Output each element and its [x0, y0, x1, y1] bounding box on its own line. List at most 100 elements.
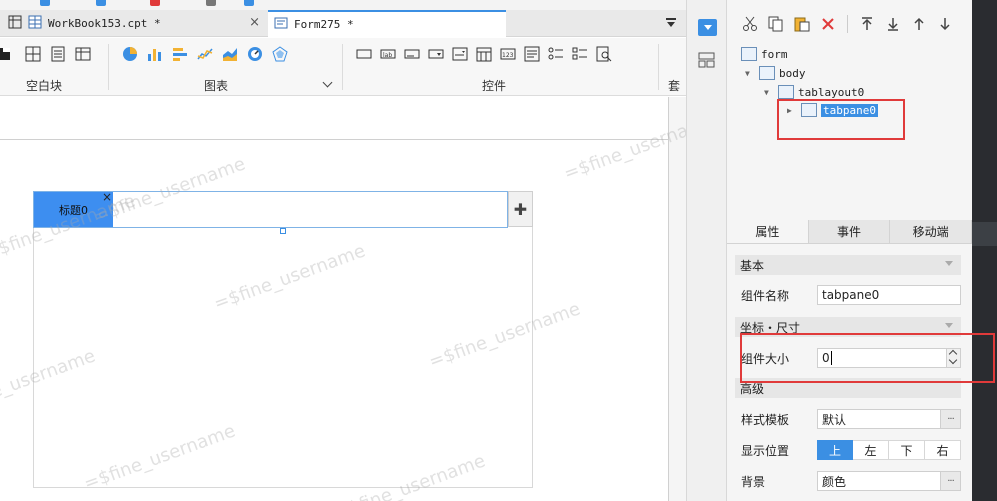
close-icon[interactable]: × — [249, 15, 260, 30]
add-tab-button[interactable]: ✚ — [508, 191, 533, 227]
ribbon-group-charts: 图表 — [108, 38, 342, 96]
bar-chart-icon[interactable] — [147, 46, 163, 62]
area-chart-icon[interactable] — [222, 46, 238, 62]
edge-strip — [972, 222, 997, 246]
block-icon[interactable] — [0, 46, 16, 62]
gauge-chart-icon[interactable] — [247, 46, 263, 62]
tab-mobile[interactable]: 移动端 — [890, 220, 973, 243]
widget-name-row: 组件名称 tabpane0 — [741, 284, 961, 306]
toolbar-icon-fragment[interactable] — [244, 0, 254, 6]
style-template-field[interactable]: 默认 ··· — [817, 409, 961, 429]
more-options-button[interactable]: ··· — [940, 410, 960, 428]
split-block-icon[interactable] — [25, 46, 41, 62]
combobox-widget-icon[interactable] — [428, 46, 444, 62]
ribbon-group-label: 套用 — [668, 79, 681, 93]
collapse-panel-button[interactable] — [698, 19, 717, 36]
document-tab-bar: WorkBook153.cpt * × Form275 * — [0, 10, 686, 37]
section-basic[interactable]: 基本 — [735, 255, 961, 275]
label-widget-icon[interactable]: lab — [380, 46, 396, 62]
widget-name-field[interactable]: tabpane0 — [817, 285, 961, 305]
tab-strip[interactable]: 标题0 × — [33, 190, 508, 228]
layout-icon[interactable] — [698, 52, 715, 68]
tablayout-node-icon — [778, 85, 794, 99]
background-field[interactable]: 颜色 ··· — [817, 471, 961, 491]
widget-icons: lab 123 — [356, 46, 612, 64]
resize-handle[interactable] — [280, 228, 286, 234]
move-to-top-icon[interactable] — [856, 13, 878, 35]
more-options-button[interactable]: ··· — [940, 472, 960, 490]
move-to-bottom-icon[interactable] — [882, 13, 904, 35]
tab-label: 事件 — [837, 225, 862, 239]
canvas-ruler-area — [0, 97, 669, 140]
expand-arrow-icon[interactable]: ▼ — [764, 88, 774, 97]
copy-icon[interactable] — [765, 13, 787, 35]
toolbar-icon-fragment[interactable] — [96, 0, 106, 6]
ribbon-group-blank-block: 空白块 — [0, 38, 108, 96]
position-right-option[interactable]: 右 — [925, 440, 961, 460]
button-widget-icon[interactable] — [356, 46, 372, 62]
blank-block-icons — [0, 46, 91, 64]
multiselect-widget-icon[interactable] — [452, 46, 468, 62]
radio-group-widget-icon[interactable] — [548, 46, 564, 62]
tab-properties[interactable]: 属性 — [727, 220, 809, 243]
highlight-box-tree — [777, 99, 905, 140]
paste-icon[interactable] — [791, 13, 813, 35]
cut-icon[interactable] — [739, 13, 761, 35]
horizontal-bar-chart-icon[interactable] — [172, 46, 188, 62]
style-template-value: 默认 — [822, 412, 847, 427]
form-node-icon — [741, 47, 757, 61]
tab-label: 属性 — [755, 225, 780, 239]
ribbon-group-label: 图表 — [204, 79, 229, 93]
close-icon[interactable]: × — [102, 190, 112, 204]
search-widget-icon[interactable] — [596, 46, 612, 62]
text-widget-icon[interactable] — [404, 46, 420, 62]
tab-block-icon[interactable] — [75, 46, 91, 62]
tree-node-body[interactable]: ▼ body — [745, 64, 806, 82]
property-tabs: 属性 事件 移动端 — [727, 220, 973, 244]
delete-icon[interactable] — [817, 13, 839, 35]
radar-chart-icon[interactable] — [272, 46, 288, 62]
display-position-toggle: 上 左 下 右 — [817, 440, 961, 460]
tablayout-widget[interactable] — [33, 191, 533, 488]
table-icon — [28, 15, 42, 32]
component-toolbar — [727, 10, 972, 38]
expand-arrow-icon[interactable]: ▼ — [745, 69, 755, 78]
desktop-background-edge — [972, 0, 997, 501]
tree-node-form[interactable]: form — [741, 45, 788, 63]
position-bottom-option[interactable]: 下 — [889, 440, 925, 460]
tree-node-label: tablayout0 — [798, 85, 865, 99]
tab-label: 移动端 — [912, 225, 949, 239]
position-top-option[interactable]: 上 — [817, 440, 853, 460]
pie-chart-icon[interactable] — [122, 46, 138, 62]
tab-label: Form275 * — [294, 18, 354, 31]
report-block-icon[interactable] — [50, 46, 66, 62]
canvas-scrollbar[interactable] — [669, 97, 686, 501]
widget-name-label: 组件名称 — [741, 288, 790, 303]
toolbar-icon-fragment[interactable] — [206, 0, 216, 6]
number-widget-icon[interactable]: 123 — [500, 46, 516, 62]
chevron-down-icon[interactable] — [322, 77, 333, 88]
svg-text:lab: lab — [383, 52, 392, 59]
toolbar-icon-fragment[interactable] — [40, 0, 50, 6]
tab-list-menu-icon[interactable] — [664, 15, 678, 29]
tab-form275[interactable]: Form275 * — [268, 10, 506, 37]
move-down-icon[interactable] — [934, 13, 956, 35]
form-design-canvas[interactable]: 标题0 × ✚ =$fine_username =$fine_username … — [0, 97, 718, 501]
side-mini-toolbar — [686, 0, 727, 501]
position-left-option[interactable]: 左 — [853, 440, 889, 460]
toolbar-icon-fragment[interactable] — [150, 0, 160, 6]
toolbar-divider — [847, 15, 848, 33]
form-icon — [274, 16, 288, 33]
textarea-widget-icon[interactable] — [524, 46, 540, 62]
tab-events[interactable]: 事件 — [808, 220, 891, 243]
tab-workbook153[interactable]: WorkBook153.cpt * × — [8, 10, 266, 37]
style-template-label: 样式模板 — [741, 412, 790, 427]
line-chart-icon[interactable] — [197, 46, 213, 62]
background-row: 背景 颜色 ··· — [741, 470, 961, 492]
move-up-icon[interactable] — [908, 13, 930, 35]
ribbon-group-apply: 套用 — [658, 38, 686, 96]
checkbox-group-widget-icon[interactable] — [572, 46, 588, 62]
top-toolbar-sliver — [0, 0, 686, 10]
component-settings-panel: form ▼ body ▼ tablayout0 ▶ tabpane0 属性 事… — [727, 0, 973, 501]
date-widget-icon[interactable] — [476, 46, 492, 62]
